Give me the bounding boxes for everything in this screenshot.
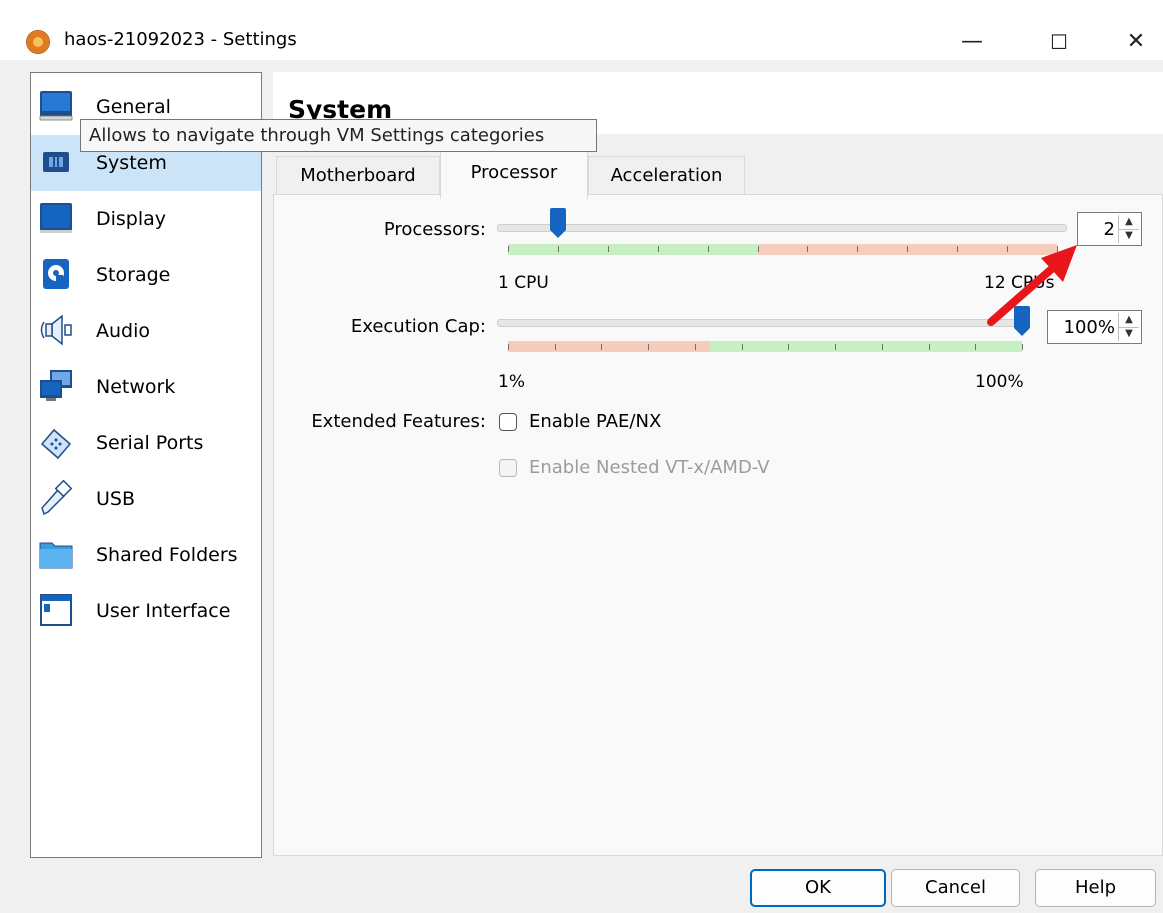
virtualbox-app-icon xyxy=(27,31,49,53)
slider-tick xyxy=(707,246,709,252)
sidebar-item-audio[interactable]: Audio xyxy=(31,303,261,359)
slider-tick xyxy=(694,344,696,350)
sidebar-item-serial-ports[interactable]: Serial Ports xyxy=(31,415,261,471)
slider-tick xyxy=(857,246,859,252)
processors-min-label: 1 CPU xyxy=(498,273,549,293)
network-icon xyxy=(40,370,72,401)
processors-slider-thumb[interactable] xyxy=(549,208,567,238)
slider-tick xyxy=(648,344,650,350)
sidebar-item-usb[interactable]: USB xyxy=(31,471,261,527)
slider-tick xyxy=(657,246,659,252)
slider-tick xyxy=(601,344,603,350)
window-title: haos-21092023 - Settings xyxy=(64,29,297,50)
sidebar-item-label: Network xyxy=(96,376,176,398)
annotation-arrow-icon xyxy=(987,245,1077,326)
monitor-icon xyxy=(39,91,73,121)
extended-features-label: Extended Features: xyxy=(311,411,486,432)
slider-tick xyxy=(835,344,837,350)
slider-tick xyxy=(757,246,759,252)
window-icon xyxy=(40,594,72,626)
serial-port-icon xyxy=(40,428,72,460)
sidebar-item-network[interactable]: Network xyxy=(31,359,261,415)
processors-decrement-button[interactable]: ▼ xyxy=(1119,229,1139,243)
folder-icon xyxy=(39,542,73,569)
execution-cap-max-label: 100% xyxy=(975,372,1024,392)
settings-category-list[interactable]: General System Display Storage Audio Net… xyxy=(30,72,262,858)
slider-tick xyxy=(907,246,909,252)
sidebar-item-storage[interactable]: Storage xyxy=(31,247,261,303)
title-bar: haos-21092023 - Settings — ☐ ✕ xyxy=(0,8,1163,60)
slider-tick xyxy=(508,344,509,350)
slider-tick xyxy=(508,246,509,252)
execution-cap-increment-button[interactable]: ▲ xyxy=(1119,313,1139,328)
execution-cap-warning-range xyxy=(508,341,711,352)
cancel-button[interactable]: Cancel xyxy=(891,869,1020,907)
slider-tick xyxy=(928,344,930,350)
sidebar-item-label: Storage xyxy=(96,264,171,286)
sidebar-item-display[interactable]: Display xyxy=(31,191,261,247)
slider-tick xyxy=(741,344,743,350)
processors-safe-range xyxy=(508,244,758,255)
sidebar-item-label: Serial Ports xyxy=(96,432,204,454)
tab-processor[interactable]: Processor xyxy=(440,150,588,199)
settings-window: haos-21092023 - Settings — ☐ ✕ General S… xyxy=(0,0,1163,913)
sidebar-item-shared-folders[interactable]: Shared Folders xyxy=(31,527,261,583)
window-top-strip xyxy=(0,0,1163,8)
enable-nested-vt-checkbox xyxy=(499,459,517,477)
enable-pae-nx-label[interactable]: Enable PAE/NX xyxy=(529,411,661,432)
enable-pae-nx-checkbox[interactable] xyxy=(499,413,517,431)
slider-tick xyxy=(1022,344,1023,350)
slider-tick xyxy=(807,246,809,252)
display-icon xyxy=(40,203,72,233)
usb-icon xyxy=(41,480,73,516)
processors-value[interactable]: 2 xyxy=(1104,219,1115,240)
help-button[interactable]: Help xyxy=(1035,869,1156,907)
disk-icon xyxy=(43,259,69,289)
slider-tick xyxy=(975,344,977,350)
ok-button[interactable]: OK xyxy=(750,869,886,907)
close-button[interactable]: ✕ xyxy=(1114,22,1158,62)
slider-tick xyxy=(557,246,559,252)
minimize-button[interactable]: — xyxy=(950,22,994,62)
execution-cap-decrement-button[interactable]: ▼ xyxy=(1119,327,1139,341)
sidebar-item-label: User Interface xyxy=(96,600,231,622)
speaker-icon xyxy=(40,314,72,346)
sidebar-item-label: Audio xyxy=(96,320,151,342)
enable-nested-vt-label: Enable Nested VT-x/AMD-V xyxy=(529,457,770,478)
tab-acceleration[interactable]: Acceleration xyxy=(588,156,745,197)
chip-icon xyxy=(43,152,69,172)
execution-cap-label: Execution Cap: xyxy=(350,316,486,337)
execution-cap-slider-track[interactable] xyxy=(497,319,1029,327)
processors-increment-button[interactable]: ▲ xyxy=(1119,215,1139,230)
sidebar-item-user-interface[interactable]: User Interface xyxy=(31,583,261,639)
sidebar-item-label: Shared Folders xyxy=(96,544,238,566)
tab-motherboard[interactable]: Motherboard xyxy=(276,156,440,197)
slider-tick xyxy=(881,344,883,350)
processors-slider-track[interactable] xyxy=(497,224,1067,232)
processors-label: Processors: xyxy=(383,219,486,240)
sidebar-item-label: System xyxy=(96,152,167,174)
processors-spinbox[interactable]: 2 ▲ ▼ xyxy=(1077,212,1142,246)
sidebar-item-label: USB xyxy=(96,488,136,510)
slider-tick xyxy=(607,246,609,252)
execution-cap-min-label: 1% xyxy=(498,372,525,392)
sidebar-item-label: Display xyxy=(96,208,167,230)
category-list-tooltip: Allows to navigate through VM Settings c… xyxy=(80,119,597,152)
slider-tick xyxy=(957,246,959,252)
slider-tick xyxy=(788,344,790,350)
slider-tick xyxy=(554,344,556,350)
maximize-button[interactable]: ☐ xyxy=(1037,22,1081,62)
sidebar-item-label: General xyxy=(96,96,171,118)
